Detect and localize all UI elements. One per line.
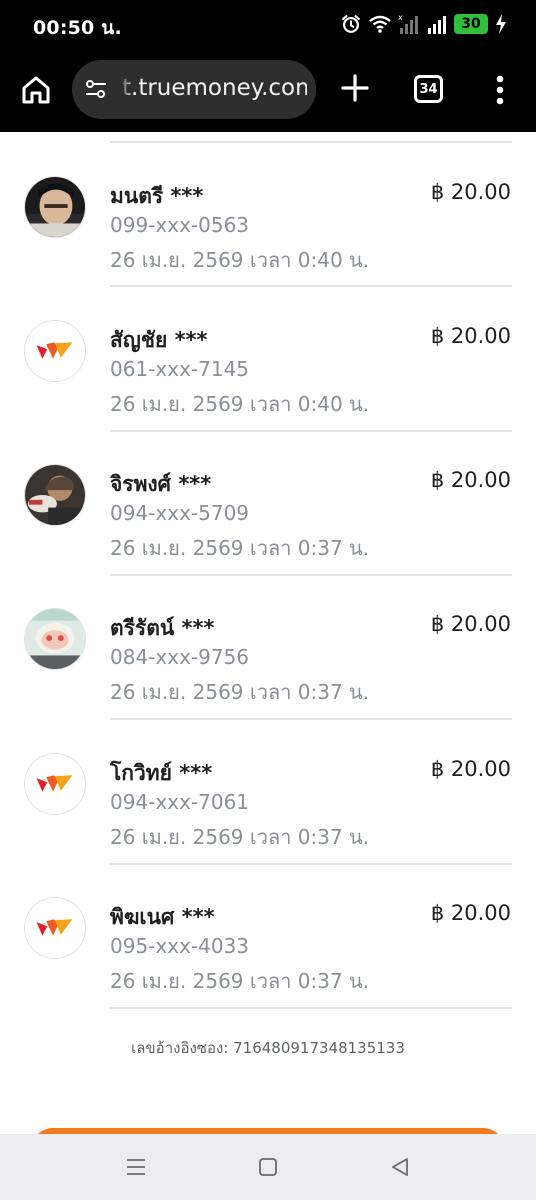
payer-name: สัญชัย *** <box>110 328 208 352</box>
payer-name: มนตรี *** <box>110 184 204 208</box>
avatar <box>24 608 86 670</box>
charging-icon <box>494 13 508 35</box>
battery-icon: 30 <box>454 14 488 34</box>
avatar <box>24 176 86 238</box>
truemoney-logo-icon <box>24 320 86 382</box>
browser-toolbar: t.truemoney.com 34 <box>0 50 536 132</box>
signal-icon <box>426 13 448 35</box>
url-fade <box>120 70 132 108</box>
timestamp: 26 เม.ย. 2569 เวลา 0:37 น. <box>110 680 370 704</box>
timestamp: 26 เม.ย. 2569 เวลา 0:37 น. <box>110 969 370 993</box>
phone-number: 084-xxx-9756 <box>110 645 250 669</box>
timestamp: 26 เม.ย. 2569 เวลา 0:37 น. <box>110 825 370 849</box>
timestamp: 26 เม.ย. 2569 เวลา 0:37 น. <box>110 536 370 560</box>
tab-switcher-icon[interactable]: 34 <box>414 75 443 103</box>
amount: ฿ 20.00 <box>430 901 511 925</box>
divider <box>110 1007 512 1009</box>
amount: ฿ 20.00 <box>430 180 511 204</box>
list-item[interactable]: โกวิทย์ *** ฿ 20.00 094-xxx-7061 26 เม.ย… <box>0 719 536 863</box>
home-icon[interactable] <box>19 73 53 107</box>
phone-number: 099-xxx-0563 <box>110 213 250 237</box>
status-icons: x 30 <box>340 10 508 38</box>
list-item[interactable]: ตรีรัตน์ *** ฿ 20.00 084-xxx-9756 26 เม.… <box>0 574 536 718</box>
payer-name: พิฆเนศ *** <box>110 905 215 929</box>
recents-icon[interactable] <box>124 1155 148 1179</box>
url-text[interactable]: t.truemoney.com <box>122 75 307 101</box>
list-item[interactable]: จิรพงศ์ *** ฿ 20.00 094-xxx-5709 26 เม.ย… <box>0 430 536 574</box>
url-bar[interactable]: t.truemoney.com <box>72 60 316 119</box>
list-item[interactable]: มนตรี *** ฿ 20.00 099-xxx-0563 26 เม.ย. … <box>0 142 536 286</box>
back-triangle-icon[interactable] <box>388 1155 412 1179</box>
plus-icon[interactable] <box>339 72 371 104</box>
more-vert-icon[interactable] <box>490 72 510 108</box>
payer-name: จิรพงศ์ *** <box>110 472 212 496</box>
payer-name: ตรีรัตน์ *** <box>110 616 215 640</box>
transaction-list: มนตรี *** ฿ 20.00 099-xxx-0563 26 เม.ย. … <box>0 132 536 1134</box>
amount: ฿ 20.00 <box>430 757 511 781</box>
avatar <box>24 464 86 526</box>
amount: ฿ 20.00 <box>430 324 511 348</box>
phone-number: 094-xxx-7061 <box>110 790 250 814</box>
signal-icon: x <box>398 13 420 35</box>
phone-number: 061-xxx-7145 <box>110 357 250 381</box>
list-item[interactable]: พิฆเนศ *** ฿ 20.00 095-xxx-4033 26 เม.ย.… <box>0 863 536 1007</box>
alarm-icon <box>340 13 362 35</box>
truemoney-logo-icon <box>24 897 86 959</box>
payer-name: โกวิทย์ *** <box>110 761 213 785</box>
list-item[interactable]: สัญชัย *** ฿ 20.00 061-xxx-7145 26 เม.ย.… <box>0 286 536 430</box>
home-square-icon[interactable] <box>256 1155 280 1179</box>
wifi-icon <box>368 14 392 34</box>
tune-icon[interactable] <box>84 77 108 101</box>
svg-text:x: x <box>398 13 403 22</box>
phone-number: 094-xxx-5709 <box>110 501 250 525</box>
truemoney-logo-icon <box>24 753 86 815</box>
timestamp: 26 เม.ย. 2569 เวลา 0:40 น. <box>110 248 370 272</box>
reference-number: เลขอ้างอิงซอง: 716480917348135133 <box>131 1039 405 1057</box>
status-time: 00:50 น. <box>33 17 122 39</box>
amount: ฿ 20.00 <box>430 612 511 636</box>
status-bar: 00:50 น. x 30 <box>0 0 536 50</box>
system-navbar <box>0 1134 536 1200</box>
phone-number: 095-xxx-4033 <box>110 934 250 958</box>
amount: ฿ 20.00 <box>430 468 511 492</box>
timestamp: 26 เม.ย. 2569 เวลา 0:40 น. <box>110 392 370 416</box>
